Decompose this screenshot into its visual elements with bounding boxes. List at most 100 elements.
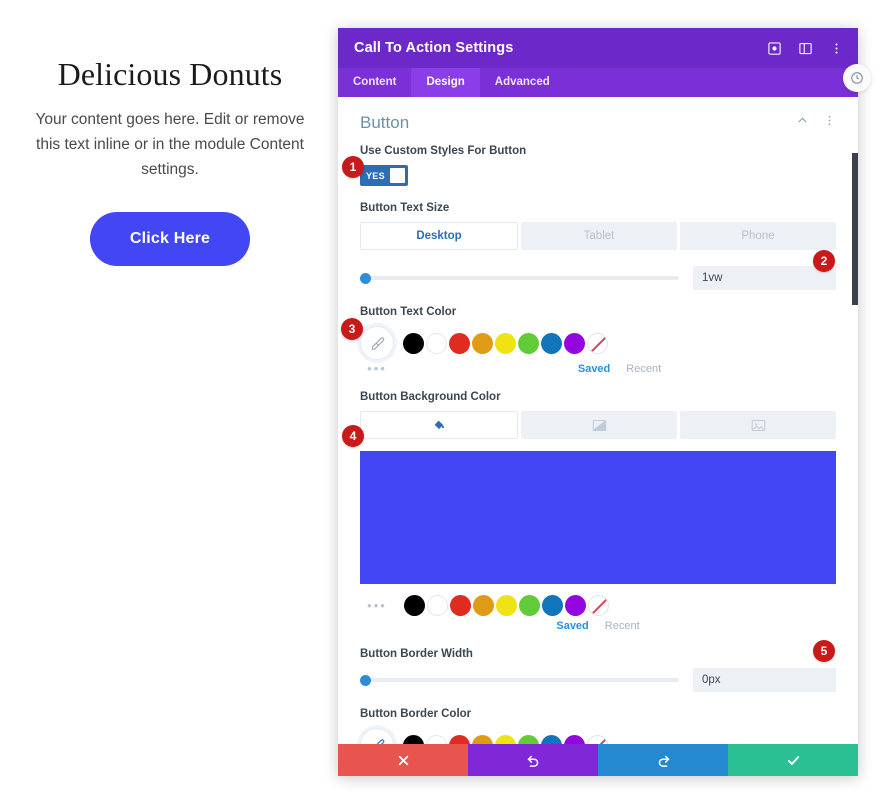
tab-advanced[interactable]: Advanced — [480, 68, 565, 97]
background-color-swatches: ••• — [360, 595, 836, 616]
field-button-border-width: Button Border Width — [360, 648, 836, 692]
swatch-purple[interactable] — [565, 595, 586, 616]
swatch-green[interactable] — [519, 595, 540, 616]
swatch-yellow[interactable] — [495, 734, 516, 744]
field-custom-styles: Use Custom Styles For Button YES — [360, 145, 836, 186]
modal-body: Button Use Custom Styles For Button YES — [338, 97, 858, 744]
swatch-orange[interactable] — [473, 595, 494, 616]
swatch-blue[interactable] — [542, 595, 563, 616]
settings-scroll-area: Button Use Custom Styles For Button YES — [338, 97, 858, 744]
text-color-recent-tab[interactable]: Recent — [626, 363, 661, 375]
modal-title: Call To Action Settings — [354, 40, 514, 56]
device-tab-tablet[interactable]: Tablet — [521, 222, 677, 250]
background-color-label: Button Background Color — [360, 391, 501, 403]
scrollbar-thumb[interactable] — [852, 153, 858, 305]
swatch-purple[interactable] — [564, 332, 585, 354]
website-preview: Delicious Donuts Your content goes here.… — [0, 0, 340, 802]
modal-header: Call To Action Settings — [338, 28, 858, 68]
device-tab-phone[interactable]: Phone — [680, 222, 836, 250]
background-color-more-icon[interactable]: ••• — [360, 599, 394, 612]
preview-cta-button[interactable]: Click Here — [89, 212, 251, 267]
text-color-saved-recent: Saved Recent — [403, 363, 836, 375]
text-color-saved-tab[interactable]: Saved — [578, 363, 610, 375]
swatch-red[interactable] — [449, 332, 470, 354]
swatch-green[interactable] — [518, 332, 539, 354]
swatch-none[interactable] — [588, 595, 609, 616]
slider-knob[interactable] — [360, 272, 371, 284]
toggle-knob — [389, 168, 405, 183]
swatch-black[interactable] — [404, 595, 425, 616]
border-width-label: Button Border Width — [360, 648, 473, 660]
swatch-blue[interactable] — [541, 332, 562, 354]
border-width-slider-row — [360, 668, 836, 692]
layout-panel-icon[interactable] — [798, 41, 813, 56]
step-badge-2: 2 — [813, 250, 835, 272]
target-icon[interactable] — [767, 41, 782, 56]
swatch-white[interactable] — [427, 595, 448, 616]
modal-header-icons — [767, 41, 844, 56]
border-width-slider[interactable] — [360, 673, 679, 687]
custom-styles-toggle[interactable]: YES — [360, 165, 408, 186]
swatch-yellow[interactable] — [495, 332, 516, 354]
vertical-scrollbar[interactable] — [852, 97, 858, 744]
field-button-border-color: Button Border Color — [360, 708, 836, 744]
swatch-none[interactable] — [587, 734, 608, 744]
toggle-value-label: YES — [366, 170, 385, 181]
text-size-slider-row — [360, 266, 836, 290]
vertical-dots-icon[interactable] — [829, 41, 844, 56]
image-icon[interactable] — [680, 411, 836, 439]
tab-content[interactable]: Content — [338, 68, 411, 97]
device-tab-desktop[interactable]: Desktop — [360, 222, 518, 250]
button-section-header: Button — [360, 109, 836, 145]
border-width-input[interactable] — [693, 668, 836, 692]
custom-styles-label: Use Custom Styles For Button — [360, 145, 527, 157]
swatch-green[interactable] — [518, 734, 539, 744]
redo-button[interactable] — [598, 744, 728, 776]
text-color-label: Button Text Color — [360, 306, 457, 318]
cancel-button[interactable] — [338, 744, 468, 776]
swatch-orange[interactable] — [472, 332, 493, 354]
text-size-slider[interactable] — [360, 271, 679, 285]
history-clock-icon[interactable] — [843, 64, 871, 92]
background-color-saved-tab[interactable]: Saved — [556, 620, 588, 632]
modal-footer — [338, 744, 858, 776]
border-color-swatches — [360, 728, 836, 744]
step-badge-4: 4 — [342, 425, 364, 447]
swatch-white[interactable] — [426, 734, 447, 744]
eyedropper-icon[interactable] — [360, 728, 394, 744]
save-button[interactable] — [728, 744, 858, 776]
background-type-tabs — [360, 411, 836, 439]
swatch-orange[interactable] — [472, 734, 493, 744]
swatch-black[interactable] — [403, 734, 424, 744]
text-color-swatches — [360, 326, 836, 360]
slider-knob[interactable] — [360, 674, 371, 686]
field-button-text-size: Button Text Size Desktop Tablet Phone — [360, 202, 836, 290]
text-color-more-icon[interactable]: ••• — [360, 362, 394, 375]
swatch-red[interactable] — [450, 595, 471, 616]
swatch-purple[interactable] — [564, 734, 585, 744]
paint-bucket-icon[interactable] — [360, 411, 518, 439]
swatch-none[interactable] — [587, 332, 608, 354]
swatch-white[interactable] — [426, 332, 447, 354]
swatch-red[interactable] — [449, 734, 470, 744]
tab-design[interactable]: Design — [411, 68, 480, 97]
undo-button[interactable] — [468, 744, 598, 776]
step-badge-5: 5 — [813, 640, 835, 662]
chevron-up-icon[interactable] — [796, 114, 809, 132]
section-menu-vertical-dots-icon[interactable] — [823, 114, 836, 132]
text-size-input[interactable] — [693, 266, 836, 290]
swatch-yellow[interactable] — [496, 595, 517, 616]
text-size-label: Button Text Size — [360, 202, 450, 214]
field-button-background-color: Button Background Color ••• Saved Recent — [360, 391, 836, 632]
swatch-black[interactable] — [403, 332, 424, 354]
preview-heading: Delicious Donuts — [57, 56, 283, 92]
modal-tabs: Content Design Advanced — [338, 68, 858, 97]
step-badge-1: 1 — [342, 156, 364, 178]
background-color-recent-tab[interactable]: Recent — [605, 620, 640, 632]
swatch-blue[interactable] — [541, 734, 562, 744]
gradient-icon[interactable] — [521, 411, 677, 439]
text-size-device-tabs: Desktop Tablet Phone — [360, 222, 836, 250]
eyedropper-icon[interactable] — [360, 326, 394, 360]
background-color-saved-recent: Saved Recent — [360, 620, 836, 632]
background-color-preview[interactable] — [360, 451, 836, 584]
